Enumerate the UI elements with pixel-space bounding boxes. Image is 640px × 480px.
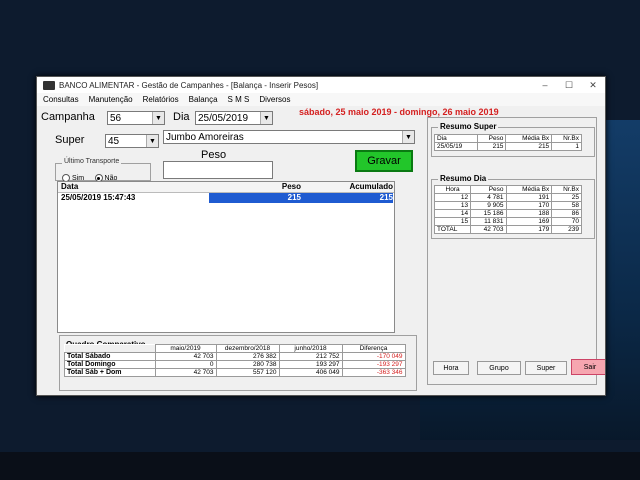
resumo-dia-table: Hora Peso Média Bx Nr.Bx 12 4 781 191 25… [433,185,582,234]
grupo-button[interactable]: Grupo [477,361,521,375]
super-code-select[interactable]: 45 ▼ [105,134,159,148]
col-acumulado: Acumulado [349,182,393,191]
menu-consultas[interactable]: Consultas [43,95,79,104]
dia-label: Dia [173,111,190,123]
menu-relatorios[interactable]: Relatórios [143,95,179,104]
row-peso: 215 [209,193,301,203]
table-row: 13 9 905 170 58 [433,201,582,210]
sair-button[interactable]: Sair [571,359,605,375]
dia-value: 25/05/2019 [198,112,249,124]
resumo-super-title: Resumo Super [438,122,499,131]
hora-button[interactable]: Hora [433,361,469,375]
app-icon [43,80,55,90]
super-code: 45 [108,135,120,147]
quadro-table: maio/2019 dezembro/2018 junho/2018 Difer… [64,344,406,377]
table-row: TOTAL 42 703 179 239 [433,225,582,234]
super-name: Jumbo Amoreiras [166,131,244,143]
row-acumulado: 215 [301,193,393,203]
campanha-label: Campanha [41,111,95,123]
chevron-down-icon: ▼ [152,112,164,124]
super-button[interactable]: Super [525,361,567,375]
qc-col-dezembro: dezembro/2018 [215,344,280,353]
qc-col-junho: junho/2018 [278,344,343,353]
qc-col-maio: maio/2019 [154,344,217,353]
entries-header: Data Peso Acumulado [58,182,394,193]
menu-manutencao[interactable]: Manutenção [89,95,133,104]
maximize-button[interactable]: ☐ [557,80,581,91]
resumo-dia-title: Resumo Dia [438,174,489,183]
campanha-select[interactable]: 56 ▼ [107,111,165,125]
ultimo-transporte-group: Último Transporte Sim Não [55,158,151,182]
campaign-date-range: sábado, 25 maio 2019 - domingo, 26 maio … [299,107,499,117]
chevron-down-icon: ▼ [146,135,158,147]
peso-input[interactable] [163,161,273,179]
close-button[interactable]: ✕ [581,80,605,91]
resumo-super-group: Resumo Super Dia Peso Média Bx Nr.Bx 25/… [431,122,595,157]
table-row: Total Sábado 42 703 276 382 212 752 -170… [64,352,406,361]
super-name-select[interactable]: Jumbo Amoreiras ▼ [163,130,415,144]
table-row[interactable]: 25/05/2019 15:47:43 215 215 [58,193,394,203]
col-data: Data [61,182,79,191]
resumo-super-table: Dia Peso Média Bx Nr.Bx 25/05/19 215 215… [433,134,582,151]
menu-diversos[interactable]: Diversos [259,95,290,104]
table-row: 12 4 781 191 25 [433,193,582,202]
quadro-comparativo-group: Quadro Comparativo maio/2019 dezembro/20… [59,335,417,391]
window-title: BANCO ALIMENTAR - Gestão de Campanhes - … [59,80,319,90]
peso-label: Peso [201,149,227,161]
chevron-down-icon: ▼ [402,131,414,143]
col-peso: Peso [281,182,301,191]
menu-balanca[interactable]: Balança [189,95,218,104]
app-window: BANCO ALIMENTAR - Gestão de Campanhes - … [36,76,606,396]
menu-bar: Consultas Manutenção Relatórios Balança … [37,93,605,106]
ultimo-transporte-title: Último Transporte [62,158,122,165]
row-data: 25/05/2019 15:47:43 [61,193,136,202]
qc-col-diferenca: Diferença [341,344,406,353]
resumo-dia-group: Resumo Dia Hora Peso Média Bx Nr.Bx 12 4… [431,174,595,239]
minimize-button[interactable]: – [533,80,557,90]
table-row: Total Sáb + Dom 42 703 557 120 406 049 -… [64,368,406,377]
dia-select[interactable]: 25/05/2019 ▼ [195,111,273,125]
gravar-button[interactable]: Gravar [355,150,413,172]
campanha-value: 56 [110,112,122,124]
table-row: Total Domingo 0 280 738 193 297 -193 297 [64,360,406,369]
chevron-down-icon: ▼ [260,112,272,124]
menu-sms[interactable]: S M S [228,95,250,104]
table-row: 15 11 831 169 70 [433,217,582,226]
title-bar: BANCO ALIMENTAR - Gestão de Campanhes - … [37,77,605,93]
entries-list[interactable]: Data Peso Acumulado 25/05/2019 15:47:43 … [57,181,395,333]
super-label: Super [55,134,85,146]
table-row: 25/05/19 215 215 1 [433,142,582,151]
taskbar [0,452,640,480]
table-row: 14 15 186 188 86 [433,209,582,218]
right-panel [427,117,597,385]
